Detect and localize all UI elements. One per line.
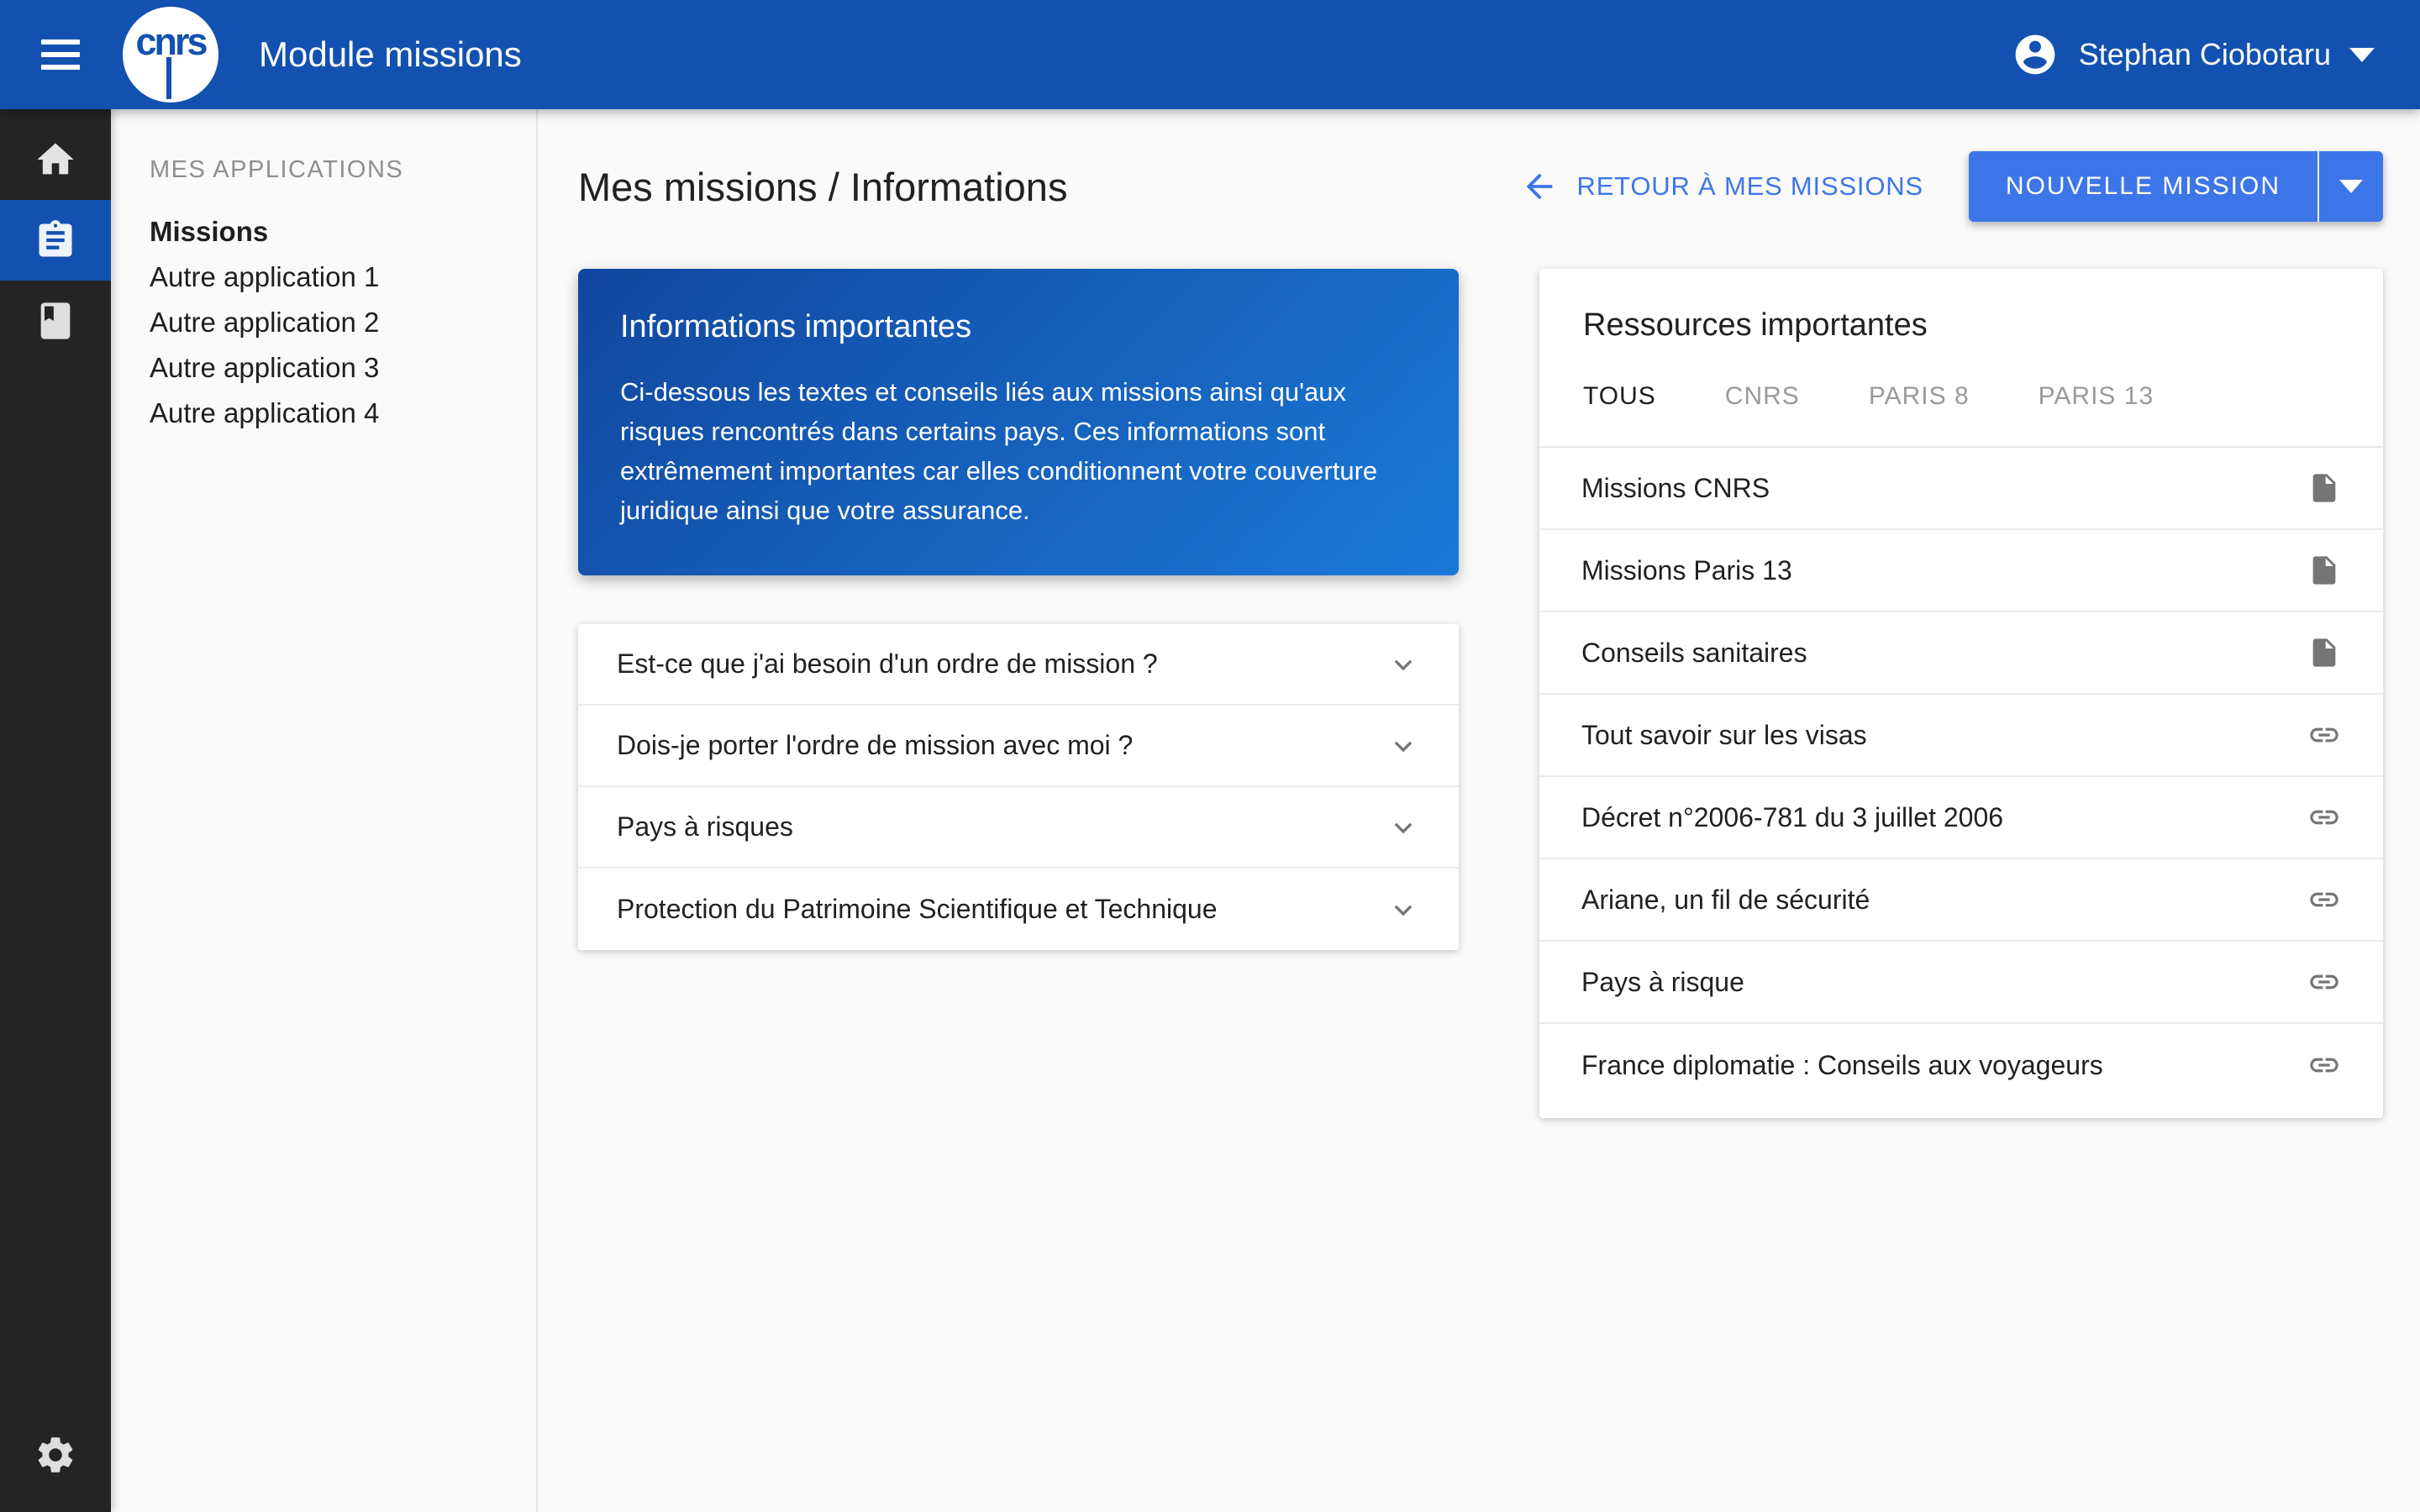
arrow-left-icon [1520, 167, 1577, 206]
file-icon [2307, 471, 2341, 505]
resources-tabs: TOUS CNRS PARIS 8 PARIS 13 [1583, 382, 2383, 411]
home-icon [34, 138, 77, 181]
tab-cnrs[interactable]: CNRS [1725, 382, 1800, 411]
link-icon [2307, 1048, 2341, 1082]
sidebar-item-autre-3[interactable]: Autre application 3 [111, 345, 536, 391]
resource-missions-paris13[interactable]: Missions Paris 13 [1539, 530, 2383, 612]
back-link-label: RETOUR À MES MISSIONS [1577, 171, 1923, 202]
accordion-item-pays-risques[interactable]: Pays à risques [578, 787, 1459, 869]
accordion-question: Protection du Patrimoine Scientifique et… [617, 894, 1386, 925]
resource-label: Conseils sanitaires [1581, 638, 2307, 669]
rail-item-settings[interactable] [0, 1425, 111, 1485]
resource-label: France diplomatie : Conseils aux voyageu… [1581, 1050, 2307, 1081]
chevron-down-icon [1386, 648, 1420, 681]
icon-rail [0, 109, 111, 1512]
back-to-missions-link[interactable]: RETOUR À MES MISSIONS [1520, 167, 1923, 206]
resources-card: Ressources importantes TOUS CNRS PARIS 8… [1539, 269, 2383, 1118]
applications-sidebar: MES APPLICATIONS Missions Autre applicat… [111, 109, 538, 1512]
file-icon [2307, 554, 2341, 587]
sidebar-item-missions[interactable]: Missions [111, 209, 536, 255]
account-circle-icon [2012, 31, 2059, 78]
new-mission-dropdown-button[interactable] [2319, 151, 2383, 222]
resource-conseils-sanitaires[interactable]: Conseils sanitaires [1539, 612, 2383, 695]
rail-item-missions[interactable] [0, 200, 111, 281]
link-icon [2307, 801, 2341, 834]
accordion-question: Pays à risques [617, 811, 1386, 843]
caret-down-icon [2339, 180, 2363, 193]
sidebar-item-autre-2[interactable]: Autre application 2 [111, 300, 536, 345]
accordion-item-ordre-mission[interactable]: Est-ce que j'ai besoin d'un ordre de mis… [578, 624, 1459, 706]
resource-label: Tout savoir sur les visas [1581, 720, 2307, 751]
menu-icon[interactable] [34, 28, 87, 81]
user-name: Stephan Ciobotaru [2079, 37, 2331, 72]
resource-label: Ariane, un fil de sécurité [1581, 885, 2307, 916]
sidebar-item-autre-1[interactable]: Autre application 1 [111, 255, 536, 300]
page-title: Mes missions / Informations [578, 164, 1067, 210]
resource-decret[interactable]: Décret n°2006-781 du 3 juillet 2006 [1539, 777, 2383, 859]
resource-label: Pays à risque [1581, 967, 2307, 998]
file-icon [2307, 636, 2341, 669]
accordion-question: Est-ce que j'ai besoin d'un ordre de mis… [617, 648, 1386, 680]
user-menu[interactable]: Stephan Ciobotaru [2012, 31, 2375, 78]
new-mission-button[interactable]: NOUVELLE MISSION [1969, 151, 2317, 222]
app-title: Module missions [259, 34, 522, 75]
tab-paris-8[interactable]: PARIS 8 [1869, 382, 1970, 411]
chevron-down-icon [1386, 811, 1420, 844]
rail-item-bookmarks[interactable] [0, 281, 111, 361]
book-icon [34, 299, 77, 343]
info-card-title: Informations importantes [620, 309, 1417, 345]
cnrs-logo: cnrs [123, 7, 218, 102]
resources-title: Ressources importantes [1583, 307, 2383, 344]
important-info-card: Informations importantes Ci-dessous les … [578, 269, 1459, 575]
caret-down-icon [2349, 48, 2375, 62]
sidebar-heading: MES APPLICATIONS [150, 156, 536, 184]
link-icon [2307, 965, 2341, 999]
accordion-item-ppst[interactable]: Protection du Patrimoine Scientifique et… [578, 869, 1459, 950]
resource-missions-cnrs[interactable]: Missions CNRS [1539, 448, 2383, 530]
resource-label: Missions Paris 13 [1581, 555, 2307, 586]
resource-ariane[interactable]: Ariane, un fil de sécurité [1539, 859, 2383, 942]
new-mission-button-group: NOUVELLE MISSION [1969, 151, 2383, 222]
rail-item-home[interactable] [0, 119, 111, 200]
resource-pays-a-risque[interactable]: Pays à risque [1539, 942, 2383, 1024]
chevron-down-icon [1386, 729, 1420, 763]
assignment-icon [34, 218, 77, 262]
accordion-item-porter-ordre[interactable]: Dois-je porter l'ordre de mission avec m… [578, 706, 1459, 787]
accordion-question: Dois-je porter l'ordre de mission avec m… [617, 730, 1386, 761]
info-card-body: Ci-dessous les textes et conseils liés a… [620, 372, 1417, 530]
link-icon [2307, 883, 2341, 916]
resource-france-diplomatie[interactable]: France diplomatie : Conseils aux voyageu… [1539, 1024, 2383, 1106]
settings-icon [34, 1433, 77, 1477]
resource-label: Décret n°2006-781 du 3 juillet 2006 [1581, 802, 2307, 833]
tab-paris-13[interactable]: PARIS 13 [2039, 382, 2154, 411]
main-content: Mes missions / Informations RETOUR À MES… [538, 109, 2420, 1512]
link-icon [2307, 718, 2341, 752]
chevron-down-icon [1386, 893, 1420, 927]
resource-visas[interactable]: Tout savoir sur les visas [1539, 695, 2383, 777]
faq-accordion: Est-ce que j'ai besoin d'un ordre de mis… [578, 624, 1459, 950]
cnrs-logo-line [166, 57, 171, 99]
resource-label: Missions CNRS [1581, 473, 2307, 504]
sidebar-item-autre-4[interactable]: Autre application 4 [111, 391, 536, 436]
appbar: cnrs Module missions Stephan Ciobotaru [0, 0, 2420, 109]
tab-tous[interactable]: TOUS [1583, 382, 1656, 411]
